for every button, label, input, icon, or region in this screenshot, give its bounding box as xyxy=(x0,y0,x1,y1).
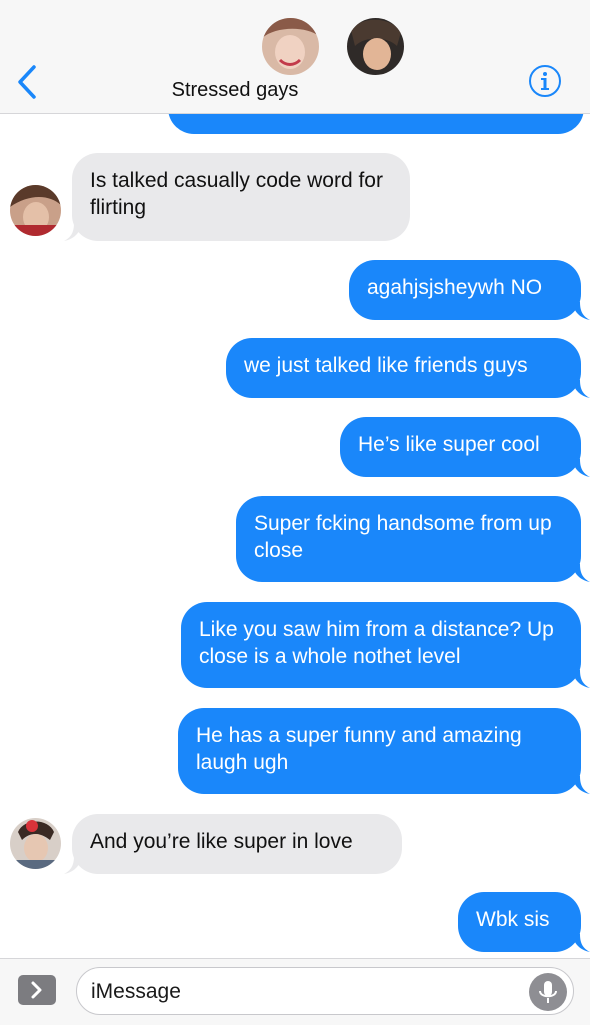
mic-button[interactable] xyxy=(529,973,567,1011)
message-bubble-outgoing: Like you saw him from a distance? Up clo… xyxy=(181,602,581,688)
message-bubble-outgoing: He’s like super cool xyxy=(340,417,581,477)
message-input-placeholder: iMessage xyxy=(91,980,181,1003)
info-icon xyxy=(529,65,561,97)
bubble-tail xyxy=(572,934,590,952)
app-drawer-button[interactable] xyxy=(18,975,56,1005)
message-bubble-outgoing: we just talked like friends guys xyxy=(226,338,581,398)
bubble-tail xyxy=(572,459,590,477)
bubble-tail xyxy=(572,776,590,794)
conversation-title[interactable]: Stressed gays xyxy=(0,79,470,102)
chevron-right-icon xyxy=(31,981,42,999)
message-bubble-incoming: And you’re like super in love xyxy=(72,814,402,874)
group-avatar-1[interactable] xyxy=(262,18,319,75)
conversation-header: Stressed gays xyxy=(0,0,590,114)
message-list[interactable]: Is talked casually code word for flirtin… xyxy=(0,0,590,958)
bubble-tail xyxy=(64,856,82,874)
bubble-tail xyxy=(572,670,590,688)
message-bubble-outgoing: agahjsjsheywh NO xyxy=(349,260,581,320)
message-bubble-outgoing: Wbk sis xyxy=(458,892,581,952)
message-bubble-outgoing: Super fcking handsome from up close xyxy=(236,496,581,582)
microphone-icon xyxy=(539,981,557,1003)
message-bubble-outgoing: He has a super funny and amazing laugh u… xyxy=(178,708,581,794)
message-bubble-incoming: Is talked casually code word for flirtin… xyxy=(72,153,410,241)
compose-bar: iMessage xyxy=(0,958,590,1025)
avatar xyxy=(10,818,61,869)
bubble-tail xyxy=(64,223,82,241)
bubble-tail xyxy=(572,380,590,398)
group-avatar-2[interactable] xyxy=(347,18,404,75)
bubble-tail xyxy=(572,564,590,582)
bubble-tail xyxy=(572,302,590,320)
avatar xyxy=(10,185,61,236)
info-button[interactable] xyxy=(528,64,562,98)
message-input[interactable]: iMessage xyxy=(76,967,574,1015)
